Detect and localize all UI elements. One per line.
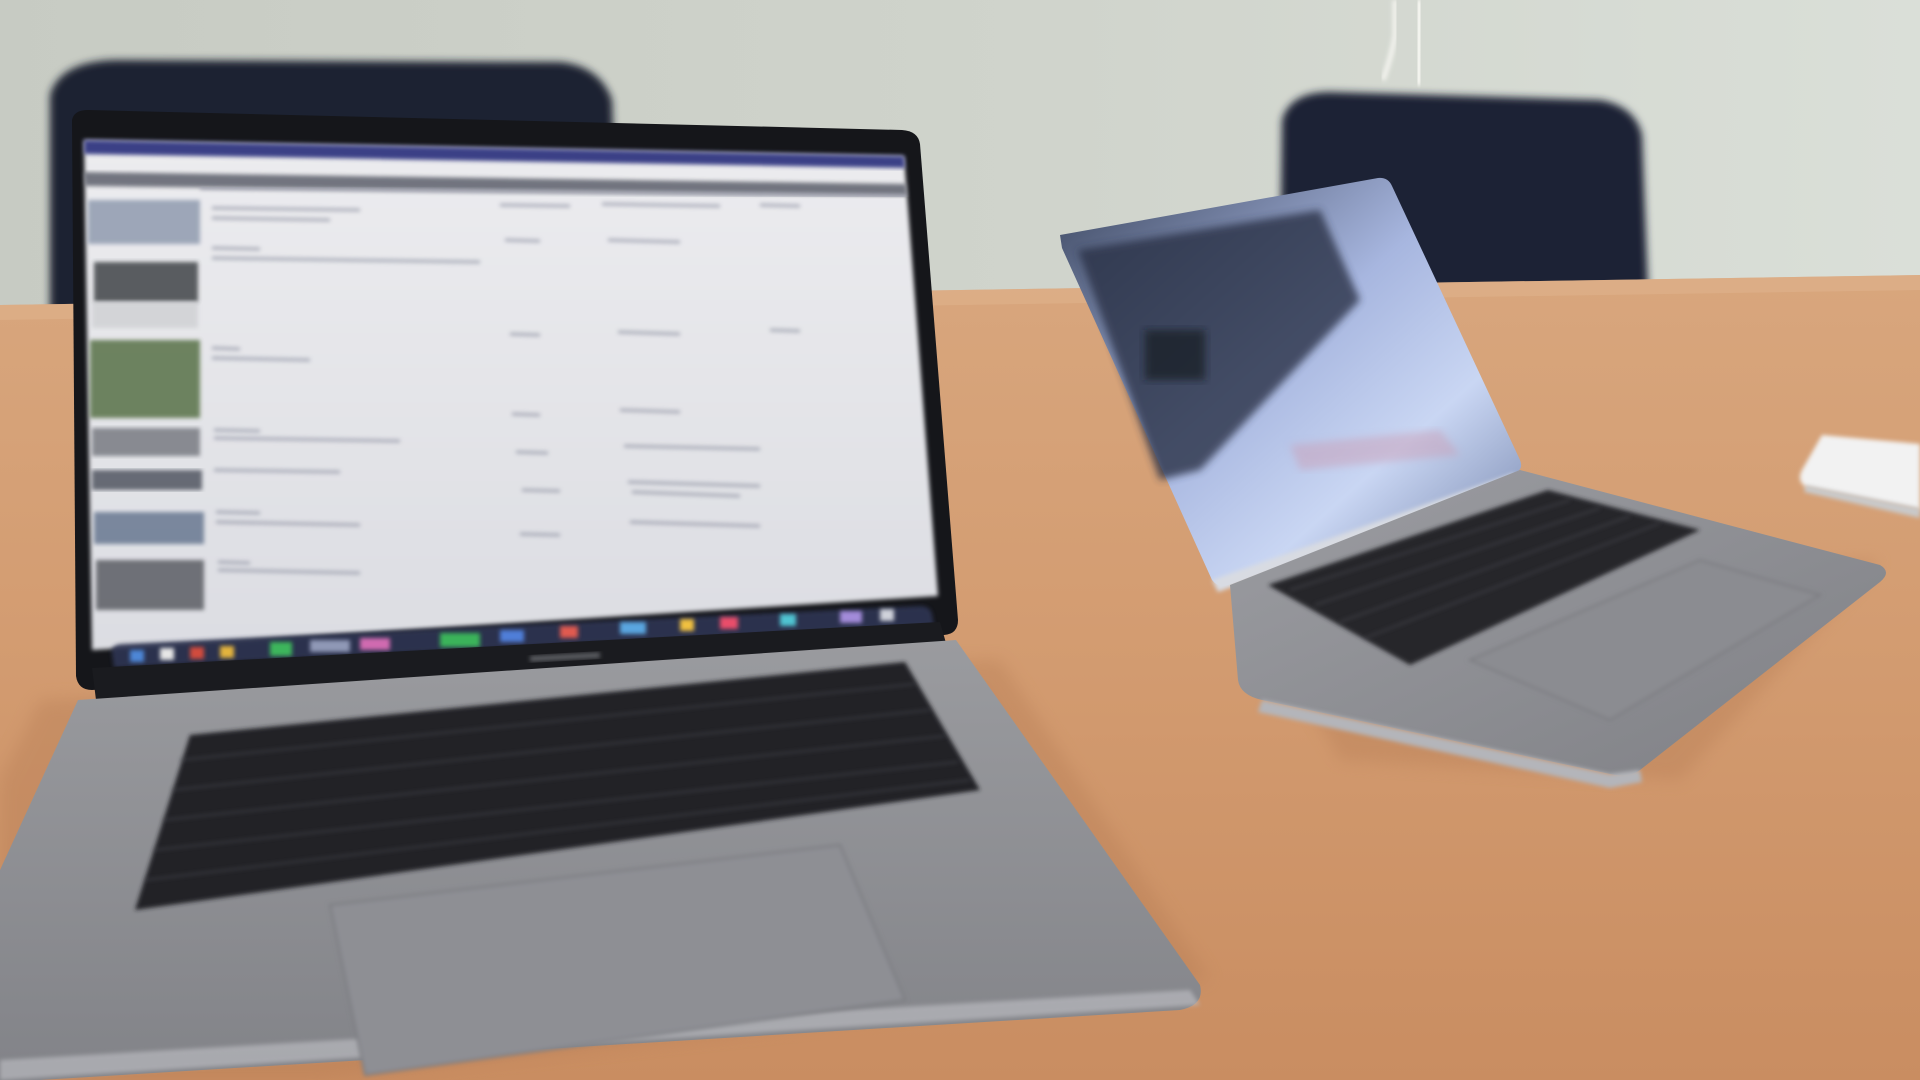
thumbnail: [90, 340, 200, 418]
thumbnail: [92, 302, 198, 328]
wall-pipe: [1414, 0, 1424, 86]
photo-scene: [0, 0, 1920, 1080]
scene-canvas: [0, 0, 1920, 1080]
thumbnail: [94, 262, 198, 302]
laptop-large-screen: [84, 140, 938, 668]
thumbnail: [92, 428, 200, 456]
thumbnail: [92, 470, 202, 490]
thumbnail: [88, 200, 200, 244]
thumbnail: [96, 560, 204, 610]
thumbnail: [94, 512, 204, 544]
